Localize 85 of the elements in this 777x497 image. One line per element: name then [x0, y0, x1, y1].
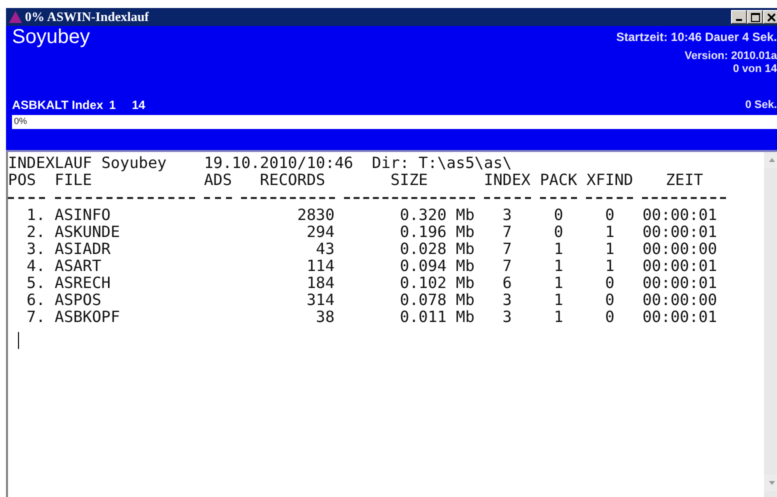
table-cell-text: 3 — [502, 207, 513, 224]
table-cell-text: 0 — [552, 207, 564, 224]
table-cell-text: 4. — [26, 258, 46, 275]
column-header: ZEIT — [664, 172, 704, 189]
column-header: ADS — [204, 172, 232, 189]
column-header: POS — [8, 172, 37, 189]
table-cell-text: 1 — [552, 241, 564, 258]
table-cell-text: 43 — [314, 241, 335, 258]
table-cell-text: 2830 — [296, 207, 335, 224]
close-icon — [766, 12, 776, 22]
table-cell-text: 294 — [306, 224, 335, 241]
table-cell-text: 2. — [26, 224, 46, 241]
table-cell-text: 1 — [604, 258, 616, 275]
table-cell-text: 0.102 Mb — [398, 275, 475, 292]
window-title: 0% ASWIN-Indexlauf — [25, 9, 149, 25]
minimize-button[interactable] — [731, 10, 747, 24]
index-number: 1 — [109, 98, 116, 112]
table-cell-text: 6 — [502, 275, 513, 292]
close-button[interactable] — [763, 10, 777, 24]
table-cell-text: 0 — [604, 275, 616, 292]
version-label: Version: 2010.01a — [684, 50, 777, 63]
table-cell-text: 00:00:00 — [642, 241, 718, 258]
progress-percent: 0% — [14, 116, 28, 126]
table-cell-text: 00:00:01 — [642, 207, 718, 224]
table-cell-text: 00:00:01 — [642, 309, 718, 326]
column-header: SIZE — [390, 172, 429, 189]
table-cell-text: 3. — [26, 241, 46, 258]
table-cell-text: 00:00:01 — [642, 224, 718, 241]
table-cell-text: 0.028 Mb — [398, 241, 475, 258]
table-cell-text: 0.094 Mb — [398, 258, 475, 275]
table-cell-text: ASRECH — [54, 275, 112, 292]
report-date: 19.10.2010/10:46 — [204, 155, 354, 172]
table-cell-text: 3 — [502, 292, 513, 309]
table-cell-text: 0 — [604, 309, 616, 326]
index-total: 14 — [132, 98, 146, 112]
elapsed-time: 0 Sek. — [745, 99, 777, 112]
table-cell-text: ASBKOPF — [54, 309, 121, 326]
text-cursor — [18, 332, 19, 349]
table-cell-text: 0 — [604, 207, 616, 224]
table-cell-text: 314 — [306, 292, 335, 309]
table-cell-text: ASPOS — [54, 292, 102, 309]
table-cell-text: ASART — [54, 258, 102, 275]
table-cell-text: ASINFO — [54, 207, 112, 224]
table-cell-text: 1 — [552, 258, 564, 275]
table-cell-text: 1 — [604, 241, 616, 258]
table-cell-text: 7 — [502, 241, 513, 258]
table-cell-text: ASKUNDE — [54, 224, 121, 241]
column-header: PACK — [540, 172, 578, 189]
directory-path: Dir: T:\as5\as\ — [372, 155, 512, 172]
table-cell-text: 00:00:01 — [642, 258, 718, 275]
table-cell-text: 1 — [552, 275, 564, 292]
table-cell-text: 0.078 Mb — [398, 292, 475, 309]
table-cell-text: 1. — [26, 207, 46, 224]
table-cell-text: 0.196 Mb — [398, 224, 475, 241]
table-cell-text: 3 — [502, 309, 513, 326]
table-cell-text: ASIADR — [54, 241, 112, 258]
table-cell-text: 6. — [26, 292, 46, 309]
table-cell-text: 1 — [604, 224, 616, 241]
maximize-button[interactable] — [747, 10, 763, 24]
column-header: INDEX — [484, 172, 531, 189]
column-header: FILE — [54, 172, 93, 189]
table-cell-text: 00:00:00 — [642, 292, 718, 309]
table-cell-text: 0 — [604, 292, 616, 309]
table-cell-text: 114 — [306, 258, 335, 275]
table-cell-text: 1 — [552, 292, 564, 309]
start-time: Startzeit: 10:46 Dauer 4 Sek. — [616, 30, 777, 44]
table-cell-text: 1 — [552, 309, 564, 326]
warning-triangle-icon — [9, 11, 22, 23]
table-cell-text: 184 — [306, 275, 335, 292]
file-counter: 0 von 14 — [732, 63, 777, 76]
table-cell-text: 7 — [502, 258, 513, 275]
report-title: INDEXLAUF Soyubey — [8, 155, 167, 172]
column-header: RECORDS — [258, 172, 326, 189]
column-header: XFIND — [586, 172, 634, 189]
table-cell-text: 0.320 Mb — [398, 207, 475, 224]
table-cell-text: 5. — [26, 275, 46, 292]
table-cell-text: 7 — [502, 224, 513, 241]
company-name: Soyubey — [12, 26, 90, 48]
current-file: ASBKALT Index — [12, 98, 104, 112]
table-cell-text: 00:00:01 — [642, 275, 718, 292]
table-cell-text: 7. — [26, 309, 46, 326]
maximize-icon — [750, 12, 760, 22]
table-cell-text: 38 — [314, 309, 335, 326]
table-cell-text: 0.011 Mb — [398, 309, 475, 326]
table-cell-text: 0 — [552, 224, 564, 241]
